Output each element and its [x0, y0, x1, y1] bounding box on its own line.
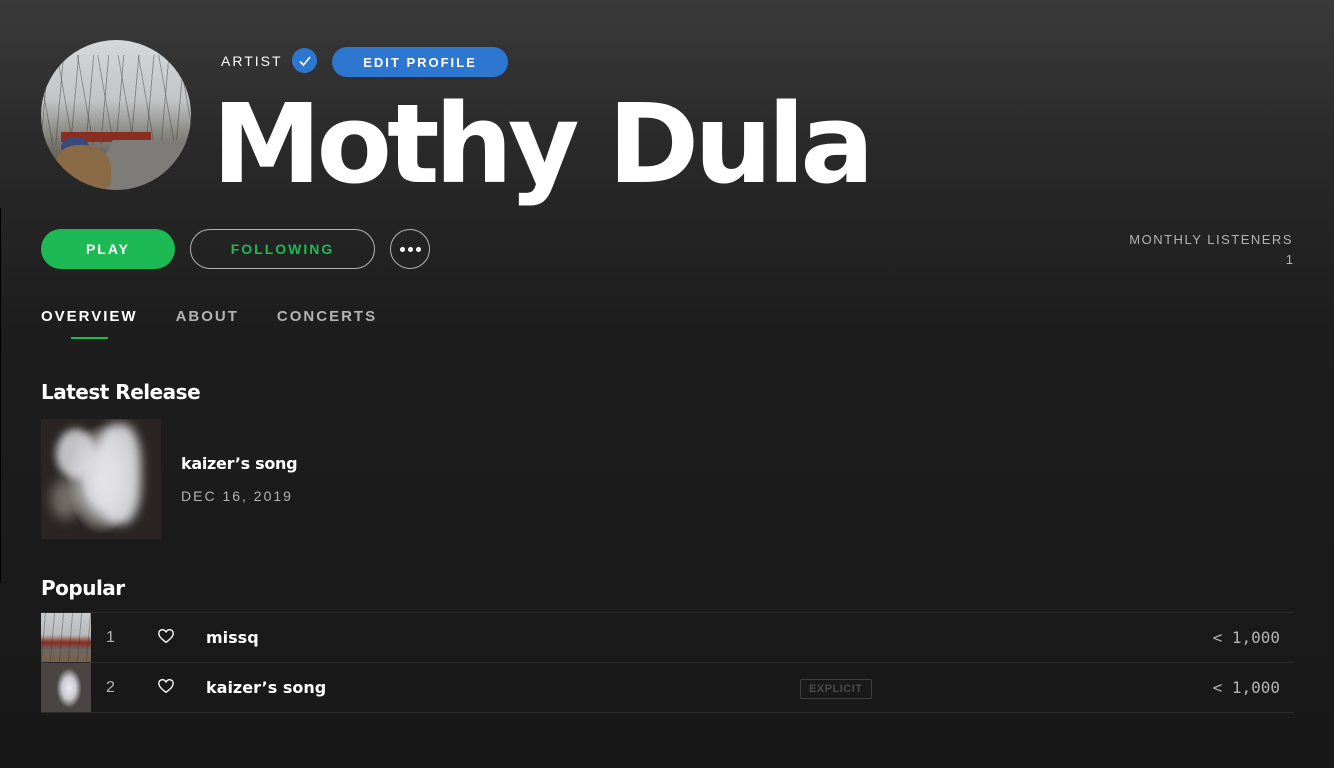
artist-tabs: OVERVIEW ABOUT CONCERTS — [41, 308, 415, 339]
more-options-button[interactable] — [390, 229, 430, 269]
artist-name: Mothy Dula — [212, 80, 874, 208]
tab-overview[interactable]: OVERVIEW — [41, 308, 138, 339]
track-play-count: < 1,000 — [1212, 678, 1280, 697]
following-button[interactable]: FOLLOWING — [190, 229, 375, 269]
checkmark-icon — [298, 55, 311, 66]
heart-icon[interactable] — [157, 677, 175, 695]
verified-badge — [292, 48, 317, 73]
track-number: 2 — [106, 678, 115, 696]
ellipsis-icon — [399, 246, 421, 252]
popular-heading: Popular — [41, 576, 125, 600]
latest-release-cover[interactable] — [41, 419, 161, 539]
track-row[interactable]: 2 kaizer’s song EXPLICIT < 1,000 — [41, 663, 1294, 713]
play-button[interactable]: PLAY — [41, 229, 175, 269]
track-play-count: < 1,000 — [1212, 628, 1280, 647]
track-number: 1 — [106, 628, 115, 646]
track-name: missq — [206, 628, 259, 647]
heart-icon[interactable] — [157, 627, 175, 645]
monthly-listeners-label: MONTHLY LISTENERS — [1129, 232, 1293, 247]
track-thumbnail — [41, 663, 91, 712]
latest-release-date: DEC 16, 2019 — [181, 488, 293, 504]
monthly-listeners-value: 1 — [1285, 252, 1293, 267]
latest-release-heading: Latest Release — [41, 380, 201, 404]
window-edge — [0, 208, 1, 583]
track-row[interactable]: 1 missq < 1,000 — [41, 613, 1294, 663]
explicit-badge: EXPLICIT — [800, 679, 872, 699]
track-thumbnail — [41, 613, 91, 662]
tab-concerts[interactable]: CONCERTS — [277, 308, 377, 339]
tab-about[interactable]: ABOUT — [176, 308, 239, 339]
popular-tracklist: 1 missq < 1,000 2 kaizer’s song EXPLICIT… — [41, 612, 1294, 713]
latest-release-title[interactable]: kaizer’s song — [181, 454, 298, 473]
edit-profile-button[interactable]: EDIT PROFILE — [332, 47, 508, 77]
artist-avatar — [41, 40, 191, 190]
track-name: kaizer’s song — [206, 678, 327, 697]
artist-type-label: ARTIST — [221, 53, 283, 69]
